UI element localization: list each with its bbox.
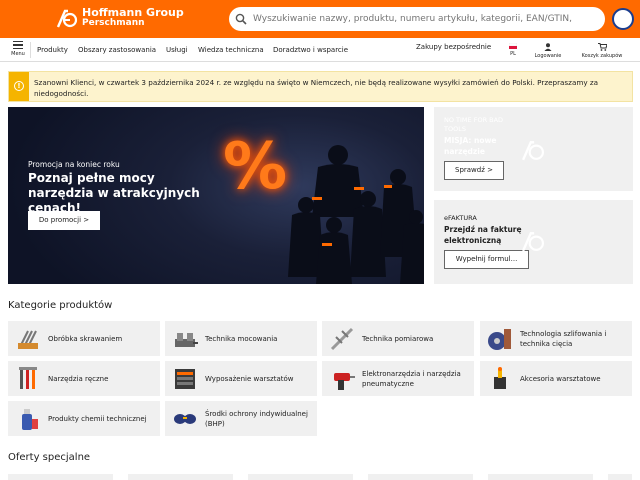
einvoice-card[interactable]: eFAKTURA Przejdź na fakturę elektroniczn… <box>434 200 633 284</box>
promo-button[interactable]: Do promocji > <box>28 211 100 230</box>
vise-icon <box>175 332 198 347</box>
grinding-disc-icon <box>488 328 511 350</box>
info-icon: ! <box>14 81 24 91</box>
category-tile[interactable]: Technologia szlifowania i technika cięci… <box>480 321 632 356</box>
menu-label: Menu <box>11 51 25 57</box>
workshop-accessories-icon <box>494 366 506 389</box>
category-tile[interactable]: Środki ochrony indywidualnej (BHP) <box>165 401 317 436</box>
category-tile[interactable]: Produkty chemii technicznej <box>8 401 160 436</box>
hand-tools-icon <box>19 366 37 389</box>
offer-card[interactable] <box>488 474 593 480</box>
main-navigation: Menu Produkty Obszary zastosowania Usług… <box>0 38 640 62</box>
special-offers-title: Oferty specjalne <box>8 452 91 463</box>
offer-card[interactable] <box>608 474 632 480</box>
category-tile[interactable]: Akcesoria warsztatowe <box>480 361 632 396</box>
top-header: Hoffmann Group Perschmann <box>0 0 640 38</box>
card-title: MISJA: nowe narzędzie <box>444 136 497 156</box>
nav-item-knowledge[interactable]: Wiedza techniczna <box>198 46 264 54</box>
nav-divider <box>30 42 31 58</box>
category-tile[interactable]: Technika pomiarowa <box>322 321 474 356</box>
nav-item-consulting[interactable]: Doradztwo i wsparcie <box>273 46 348 54</box>
search-input[interactable] <box>253 14 573 24</box>
category-label: Elektronarzędzia i narzędzia pneumatyczn… <box>362 369 461 388</box>
spray-can-icon <box>22 408 38 430</box>
percent-sign-icon: % <box>223 130 288 204</box>
cart-label: Koszyk zakupów <box>581 53 623 59</box>
hero-eyebrow: Promocja na koniec roku <box>28 160 120 169</box>
category-tile[interactable]: Technika mocowania <box>165 321 317 356</box>
category-label: Akcesoria warsztatowe <box>520 374 601 383</box>
category-label: Produkty chemii technicznej <box>48 414 147 423</box>
cart-button[interactable]: Koszyk zakupów <box>580 43 624 59</box>
nav-item-applications[interactable]: Obszary zastosowania <box>78 46 156 54</box>
card-eyebrow: eFAKTURA <box>444 214 477 222</box>
category-label: Obróbka skrawaniem <box>48 334 123 343</box>
category-tile[interactable]: Obróbka skrawaniem <box>8 321 160 356</box>
offer-card[interactable] <box>128 474 233 480</box>
category-label: Technologia szlifowania i technika cięci… <box>520 329 607 348</box>
category-label: Technika mocowania <box>205 334 278 343</box>
language-label: PL <box>510 51 516 57</box>
login-button[interactable]: Logowanie <box>533 43 563 59</box>
category-tile[interactable]: Elektronarzędzia i narzędzia pneumatyczn… <box>322 361 474 396</box>
hero-title: Poznaj pełne mocy narzędzia w atrakcyjny… <box>28 171 200 215</box>
safety-glasses-icon <box>174 413 196 424</box>
workshop-cabinet-icon <box>175 368 195 389</box>
notice-text: Szanowni Klienci, w czwartek 3 październ… <box>34 78 599 98</box>
brand-logo[interactable]: Hoffmann Group Perschmann <box>56 6 184 28</box>
poland-flag-icon <box>509 43 517 49</box>
categories-title: Kategorie produktów <box>8 300 113 311</box>
hoffmann-logo-icon <box>56 9 78 28</box>
cart-icon <box>597 43 607 51</box>
login-label: Logowanie <box>534 53 562 59</box>
card-eyebrow: NO TIME FOR BAD TOOLS <box>444 116 504 133</box>
language-selector[interactable]: PL <box>506 43 520 57</box>
category-label: Wyposażenie warsztatów <box>205 374 294 383</box>
holiday-notice-banner: ! Szanowni Klienci, w czwartek 3 paździe… <box>8 71 633 102</box>
menu-button[interactable]: Menu <box>8 41 28 61</box>
category-label: Narzędzia ręczne <box>48 374 109 383</box>
mission-new-tool-card[interactable]: NO TIME FOR BAD TOOLS MISJA: nowe narzęd… <box>434 107 633 191</box>
brand-name: Hoffmann Group <box>82 6 184 19</box>
drill-bits-icon <box>18 330 38 349</box>
user-icon <box>544 43 552 51</box>
quick-order-link[interactable]: Zakupy bezpośrednie <box>416 43 491 51</box>
hoffmann-logo-watermark-icon <box>521 141 544 161</box>
caliper-icon <box>330 327 354 350</box>
check-button[interactable]: Sprawdź > <box>444 161 504 180</box>
category-tile[interactable]: Wyposażenie warsztatów <box>165 361 317 396</box>
hoffmann-logo-watermark-icon <box>521 232 544 252</box>
tuv-certification-badge-icon[interactable] <box>612 8 634 30</box>
nav-item-products[interactable]: Produkty <box>37 46 68 54</box>
promo-team-illustration-icon <box>288 145 424 284</box>
search-bar[interactable] <box>229 7 605 31</box>
nav-item-services[interactable]: Usługi <box>166 46 188 54</box>
category-label: Środki ochrony indywidualnej (BHP) <box>205 409 308 428</box>
offer-card[interactable] <box>8 474 113 480</box>
fill-form-button[interactable]: Wypełnij formul... <box>444 250 529 269</box>
category-tile[interactable]: Narzędzia ręczne <box>8 361 160 396</box>
hamburger-icon <box>13 41 23 49</box>
brand-subname: Perschmann <box>82 18 145 28</box>
promo-hero-banner[interactable]: % Promocja na koniec roku Poznaj pełne m… <box>8 107 424 284</box>
category-label: Technika pomiarowa <box>362 334 434 343</box>
offer-card[interactable] <box>368 474 473 480</box>
offer-card[interactable] <box>248 474 353 480</box>
search-icon[interactable] <box>235 13 247 25</box>
power-drill-icon <box>334 372 355 390</box>
